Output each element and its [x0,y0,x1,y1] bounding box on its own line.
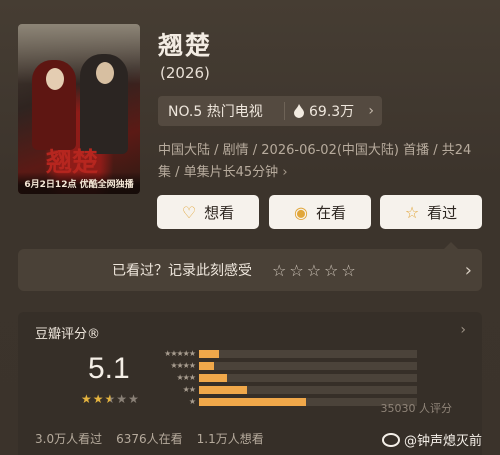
dist-row-fill [199,373,228,382]
pointer-caret [444,242,458,249]
audience-stats: 3.0万人看过 6376人在看 1.1万人想看 [35,430,264,447]
watching-label: 在看 [315,203,346,222]
chevron-right-icon: › [460,322,466,338]
rating-header: 豆瓣评分® [35,327,101,342]
dist-row-stars: ★★★ [176,373,196,382]
dist-row-fill [199,349,219,358]
rank-label: NO.5 热门电视 [168,104,263,120]
rating-count: 35030 人评分 [380,402,453,415]
poster-face-right [96,62,114,84]
watermark-text: @钟声熄灭前 [403,434,482,449]
show-title: 翘楚 [158,31,213,60]
want-count: 1.1万人想看 [196,432,264,446]
dist-row: ★★ [153,384,423,395]
poster-image[interactable]: 翘楚 6月2日12点 优酷全网独播 [18,24,140,194]
score-star: ★ [128,392,140,406]
score-stars: ★★★★★ [81,392,140,406]
dist-row-stars: ★★ [182,385,196,394]
want-label: 想看 [204,203,235,222]
dist-row-fill [199,385,247,394]
heart-plus-icon: ♡ [181,202,197,222]
rating-distribution: ★★★★★ ★★★★ ★★★ ★★ ★ [153,348,423,408]
dist-row: ★★★ [153,372,423,383]
poster-face-left [46,68,64,90]
weibo-watermark: @钟声熄灭前 [381,430,482,449]
dist-row-fill [199,361,215,370]
chevron-right-icon: › [282,165,288,180]
score-star: ★ [81,392,93,406]
rate-prompt-bar[interactable]: 已看过？记录此刻感受 ☆☆☆☆☆ › [18,242,482,291]
watched-button[interactable]: ☆ 看过 [380,195,482,229]
score-star: ★ [92,392,105,406]
dist-row-track [199,385,417,394]
watched-count: 3.0万人看过 [35,432,103,446]
flame-icon [294,104,304,118]
poster-release-band: 6月2日12点 优酷全网独播 [18,172,140,194]
rate-prompt-text: 已看过？记录此刻感受 [112,263,252,279]
rating-score: 5.1 [88,352,130,385]
heat-number: 69.3万 [309,104,355,120]
show-year: (2026) [160,64,210,82]
rating-stars-input[interactable]: ☆☆☆☆☆ [272,261,359,280]
watched-label: 看过 [427,203,458,222]
want-to-watch-button[interactable]: ♡ 想看 [157,195,259,229]
meta-text: 中国大陆 / 剧情 / 2026-06-02(中国大陆) 首播 / 共24集 /… [158,143,472,180]
dist-row-track [199,349,417,358]
score-star: ★ [104,392,117,406]
watching-count: 6376人在看 [116,432,183,446]
dist-row-track [199,373,417,382]
show-meta[interactable]: 中国大陆 / 剧情 / 2026-06-02(中国大陆) 首播 / 共24集 /… [158,140,478,184]
dist-row-track [199,361,417,370]
chevron-right-icon: › [368,103,374,119]
rank-badge[interactable]: NO.5 热门电视 69.3万 › [158,96,382,126]
dist-row-fill [199,397,306,406]
dist-row: ★★★★ [153,360,423,371]
score-star: ★ [116,392,129,406]
dist-row-stars: ★ [188,397,196,406]
chevron-right-icon: › [464,259,472,281]
dist-row-stars: ★★★★★ [164,349,196,358]
weibo-icon [381,432,400,447]
star-icon: ☆ [404,202,420,222]
dist-row: ★★★★★ [153,348,423,359]
dist-row-stars: ★★★★ [170,361,196,370]
eye-icon: ◉ [294,202,308,222]
watching-button[interactable]: ◉ 在看 [269,195,371,229]
heat-value: 69.3万 [285,101,354,121]
